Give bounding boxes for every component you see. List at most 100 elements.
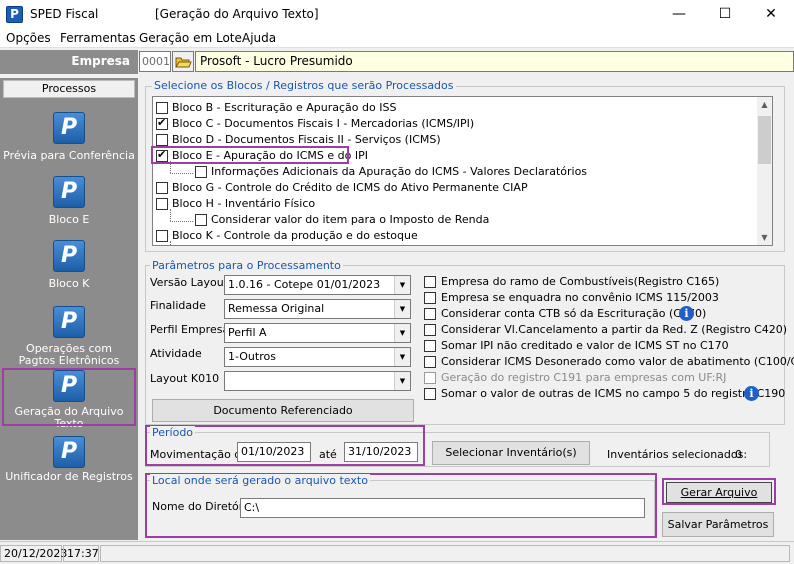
params-legend: Parâmetros para o Processamento: [150, 259, 343, 272]
layout-k010-select[interactable]: ▼: [224, 371, 411, 391]
option-label: Empresa do ramo de Combustíveis(Registro…: [441, 275, 720, 288]
menu-opcoes[interactable]: Opções: [6, 31, 51, 45]
block-e-highlight: [151, 146, 349, 164]
empresa-label: Empresa: [71, 54, 130, 68]
chevron-down-icon: ▼: [394, 372, 410, 390]
block-h-checkbox[interactable]: [156, 198, 168, 210]
block-g-checkbox[interactable]: [156, 182, 168, 194]
block-k-checkbox[interactable]: [156, 230, 168, 242]
movimentacao-label: Movimentação de: [150, 448, 249, 461]
option-checkbox[interactable]: [424, 388, 436, 400]
option-checkbox[interactable]: [424, 324, 436, 336]
periodo-de-input[interactable]: 01/10/2023: [237, 442, 311, 462]
maximize-button[interactable]: ☐: [702, 0, 748, 28]
block-row-e-info[interactable]: Informações Adicionais da Apuração do IC…: [153, 164, 753, 180]
block-c-checkbox[interactable]: [156, 116, 168, 130]
option-checkbox[interactable]: [424, 340, 436, 352]
p-logo-icon: P: [53, 306, 85, 338]
p-logo-icon: P: [53, 112, 85, 144]
perfil-select[interactable]: Perfil A ▼: [224, 323, 411, 343]
block-row-h[interactable]: Bloco H - Inventário Físico: [153, 196, 753, 212]
finalidade-value: Remessa Original: [228, 302, 325, 315]
block-h-label: Bloco H - Inventário Físico: [172, 197, 316, 210]
option-checkbox[interactable]: [424, 276, 436, 288]
block-e-info-label: Informações Adicionais da Apuração do IC…: [211, 165, 588, 178]
chevron-down-icon: ▼: [394, 324, 410, 342]
p-logo-icon: P: [53, 240, 85, 272]
option-cancelamento-redz[interactable]: Considerar Vl.Cancelamento a partir da R…: [424, 323, 787, 338]
diretorio-input[interactable]: C:\: [240, 498, 645, 518]
sidebar-item-bloco-e[interactable]: P Bloco E: [0, 176, 138, 228]
option-label: Considerar Vl.Cancelamento a partir da R…: [441, 323, 788, 336]
atividade-label: Atividade: [150, 347, 202, 360]
option-checkbox[interactable]: [424, 292, 436, 304]
layout-k010-label: Layout K010: [150, 372, 220, 385]
local-legend: Local onde será gerado o arquivo texto: [150, 474, 370, 487]
option-label: Considerar ICMS Desonerado como valor de…: [441, 355, 794, 368]
status-time: 17:37: [63, 545, 99, 562]
block-g-label: Bloco G - Controle do Crédito de ICMS do…: [172, 181, 528, 194]
salvar-parametros-button[interactable]: Salvar Parâmetros: [662, 512, 774, 537]
scroll-down-icon[interactable]: ▼: [757, 230, 772, 245]
versao-label: Versão Layout: [150, 276, 229, 289]
chevron-down-icon: ▼: [394, 300, 410, 318]
block-row-g[interactable]: Bloco G - Controle do Crédito de ICMS do…: [153, 180, 753, 196]
versao-value: 1.0.16 - Cotepe 01/01/2023: [228, 278, 381, 291]
block-b-checkbox[interactable]: [156, 102, 168, 114]
block-row-h-ir[interactable]: Considerar valor do item para o Imposto …: [153, 212, 753, 228]
block-row-c[interactable]: Bloco C - Documentos Fiscais I - Mercado…: [153, 116, 753, 132]
block-e-info-checkbox[interactable]: [195, 166, 207, 178]
empresa-label-panel: Empresa: [0, 50, 138, 74]
option-conta-ctb[interactable]: Considerar conta CTB só da Escrituração …: [424, 306, 779, 322]
open-folder-button[interactable]: [172, 51, 194, 72]
atividade-select[interactable]: 1-Outros ▼: [224, 347, 411, 367]
sidebar-item-bloco-k[interactable]: P Bloco K: [0, 240, 138, 292]
info-icon[interactable]: i: [679, 306, 694, 321]
app-title: SPED Fiscal: [30, 7, 99, 21]
scroll-up-icon[interactable]: ▲: [757, 97, 772, 112]
periodo-ate-input[interactable]: 31/10/2023: [344, 442, 418, 462]
block-h-ir-checkbox[interactable]: [195, 214, 207, 226]
empresa-code-field[interactable]: 0001: [139, 51, 171, 72]
sidebar-item-label: Bloco E: [48, 213, 90, 226]
menu-ajuda[interactable]: Ajuda: [242, 31, 276, 45]
option-label: Considerar conta CTB só da Escrituração …: [441, 307, 707, 320]
menu-geracao-em-lote[interactable]: Geração em Lote: [139, 31, 242, 45]
versao-select[interactable]: 1.0.16 - Cotepe 01/01/2023 ▼: [224, 275, 411, 295]
perfil-value: Perfil A: [228, 326, 267, 339]
chevron-down-icon: ▼: [394, 348, 410, 366]
info-icon[interactable]: i: [744, 386, 759, 401]
periodo-legend: Período: [150, 426, 196, 439]
blocks-tree[interactable]: Bloco B - Escrituração e Apuração do ISS…: [152, 96, 773, 246]
option-label: Somar o valor de outras de ICMS no campo…: [441, 387, 786, 400]
scrollbar-thumb[interactable]: [758, 116, 771, 164]
menu-ferramentas[interactable]: Ferramentas: [60, 31, 136, 45]
option-convenio-icms[interactable]: Empresa se enquadra no convênio ICMS 115…: [424, 291, 779, 306]
status-date: 20/12/2023: [0, 545, 67, 562]
documento-referenciado-button[interactable]: Documento Referenciado: [152, 399, 414, 422]
block-d-checkbox[interactable]: [156, 134, 168, 146]
block-row-b[interactable]: Bloco B - Escrituração e Apuração do ISS: [153, 100, 753, 116]
sidebar-item-operacoes[interactable]: P Operações com Pagtos Eletrônicos: [0, 306, 138, 368]
sidebar-item-previa[interactable]: P Prévia para Conferência: [0, 112, 138, 164]
p-logo-icon: P: [53, 436, 85, 468]
option-checkbox[interactable]: [424, 356, 436, 368]
chevron-down-icon: ▼: [394, 276, 410, 294]
ate-label: até: [319, 448, 337, 461]
option-outras-icms[interactable]: Somar o valor de outras de ICMS no campo…: [424, 386, 785, 402]
gerar-arquivo-button[interactable]: Gerar Arquivo: [666, 482, 772, 503]
option-checkbox[interactable]: [424, 308, 436, 320]
selecionar-inventario-button[interactable]: Selecionar Inventário(s): [432, 441, 590, 465]
minimize-button[interactable]: —: [656, 0, 702, 28]
close-button[interactable]: ✕: [748, 0, 794, 28]
finalidade-select[interactable]: Remessa Original ▼: [224, 299, 411, 319]
empresa-name-field[interactable]: Prosoft - Lucro Presumido: [195, 51, 794, 72]
option-somar-ipi[interactable]: Somar IPI não creditado e valor de ICMS …: [424, 339, 779, 354]
option-label: Somar IPI não creditado e valor de ICMS …: [441, 339, 729, 352]
sidebar-item-unificador[interactable]: P Unificador de Registros: [0, 436, 138, 488]
status-message: [100, 545, 790, 562]
option-combustiveis[interactable]: Empresa do ramo de Combustíveis(Registro…: [424, 275, 779, 290]
block-row-k[interactable]: Bloco K - Controle da produção e do esto…: [153, 228, 753, 244]
sidebar-item-label-2: Pagtos Eletrônicos: [18, 354, 120, 367]
option-icms-desonerado[interactable]: Considerar ICMS Desonerado como valor de…: [424, 355, 794, 370]
